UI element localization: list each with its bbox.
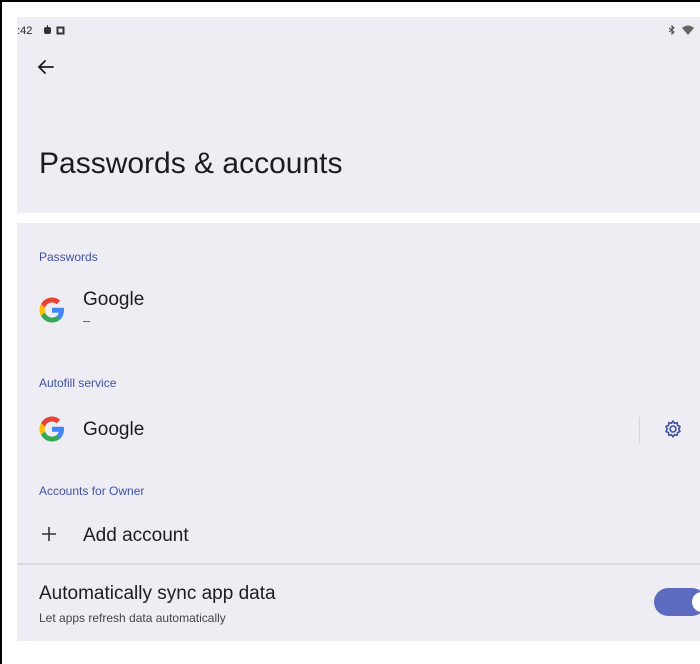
- password-provider-google[interactable]: Google –: [17, 283, 700, 339]
- bottom-area: [17, 641, 700, 664]
- auto-sync-title: Automatically sync app data: [39, 583, 276, 604]
- wifi-icon: [682, 25, 694, 38]
- section-label-autofill: Autofill service: [39, 376, 117, 390]
- section-divider: [17, 563, 700, 565]
- android-debug-icon: [43, 25, 52, 38]
- autofill-service-title: Google: [83, 419, 145, 440]
- settings-screen: 2:42 Passwords & accounts Passwords: [17, 17, 700, 664]
- bluetooth-icon: [668, 24, 676, 38]
- toggle-knob: [692, 592, 700, 612]
- password-provider-subtitle: –: [83, 313, 91, 328]
- notification-icon: [56, 26, 65, 38]
- arrow-back-icon: [37, 60, 54, 74]
- google-logo-icon: [37, 295, 67, 325]
- frame-border-top: [0, 0, 700, 2]
- status-left-icons: [43, 25, 65, 38]
- section-label-passwords: Passwords: [39, 250, 98, 264]
- add-account-button[interactable]: Add account: [17, 517, 700, 557]
- auto-sync-toggle[interactable]: [654, 588, 700, 616]
- add-account-label: Add account: [83, 525, 189, 546]
- plus-icon: [41, 523, 57, 547]
- auto-sync-subtitle: Let apps refresh data automatically: [39, 611, 226, 625]
- page-title: Passwords & accounts: [39, 147, 343, 180]
- status-time: 2:42: [17, 25, 33, 37]
- frame-border-left: [0, 0, 2, 664]
- gear-icon[interactable]: [663, 419, 685, 441]
- password-provider-title: Google: [83, 289, 145, 310]
- section-label-accounts: Accounts for Owner: [39, 484, 145, 498]
- status-right-icons: [668, 24, 694, 38]
- google-logo-icon: [37, 414, 67, 444]
- row-divider: [639, 417, 640, 443]
- back-button[interactable]: [36, 57, 60, 81]
- status-bar: 2:42: [17, 24, 700, 41]
- header-divider: [17, 213, 700, 223]
- autofill-service-google[interactable]: Google: [17, 407, 700, 451]
